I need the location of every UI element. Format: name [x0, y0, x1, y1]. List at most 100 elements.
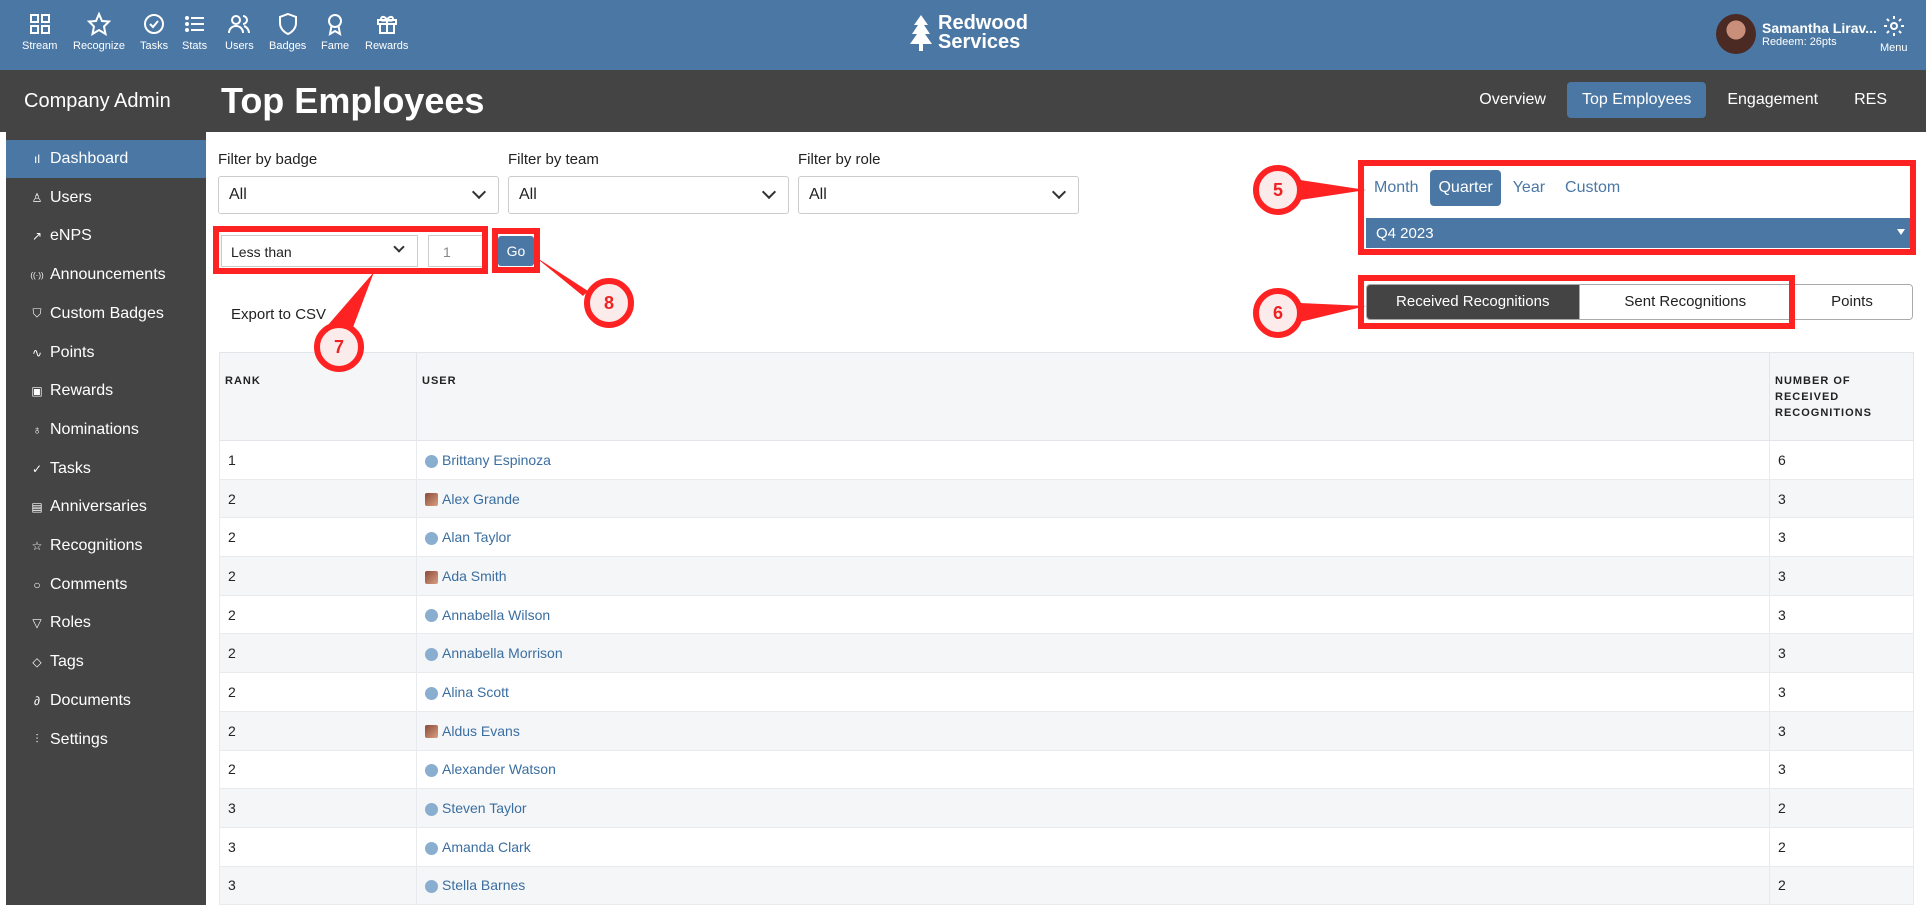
page-title: Top Employees: [221, 80, 485, 121]
user-profile[interactable]: Samantha Lirav... Redeem: 26pts: [1716, 14, 1877, 54]
avatar: [425, 725, 438, 739]
tab-top-employees[interactable]: Top Employees: [1566, 82, 1707, 118]
brand-line-2: Services: [938, 31, 1021, 53]
filter-badge-value: All: [229, 186, 247, 203]
callout-5: 5: [1253, 165, 1303, 215]
sidebar-item-documents[interactable]: ∂ Documents: [6, 682, 206, 720]
sidebar-item-label: Tags: [50, 653, 84, 671]
table-row: 2 Alina Scott 3: [219, 672, 1914, 712]
rank-cell: 2: [219, 710, 417, 751]
list-icon: [184, 16, 204, 32]
nav-label: Tasks: [140, 40, 169, 52]
user-link[interactable]: Annabella Morrison: [442, 645, 563, 661]
gear-icon: [1883, 16, 1904, 36]
sidebar-item-label: Announcements: [50, 266, 166, 284]
column-header-rank[interactable]: RANK: [219, 352, 417, 441]
avatar: [425, 493, 438, 507]
sidebar-item-roles[interactable]: ▽ Roles: [6, 604, 206, 642]
sidebar-item-settings[interactable]: ⫶ Settings: [6, 721, 206, 759]
table-row: 2 Annabella Wilson 3: [219, 594, 1914, 635]
sidebar-item-anniversaries[interactable]: ▤ Anniversaries: [6, 488, 206, 526]
nav-label: Stats: [182, 40, 208, 52]
user-link[interactable]: Ada Smith: [442, 568, 507, 584]
nav-fame[interactable]: Fame: [321, 12, 349, 52]
callout-5-pointer: [1300, 180, 1366, 200]
sidebar-item-nominations[interactable]: ♁ Nominations: [6, 411, 206, 449]
sidebar-item-tasks[interactable]: ✓ Tasks: [6, 450, 206, 488]
filter-icon: ▽: [32, 616, 42, 631]
sidebar-item-label: Users: [50, 188, 92, 206]
user-link[interactable]: Alina Scott: [442, 684, 509, 700]
sidebar-item-label: Documents: [50, 691, 131, 709]
nav-label: Users: [225, 40, 254, 52]
toggle-points[interactable]: Points: [1792, 285, 1912, 319]
count-cell: 3: [1769, 633, 1914, 674]
sidebar-item-custom-badges[interactable]: ⛉ Custom Badges: [6, 295, 206, 333]
menu-label: Menu: [1880, 42, 1908, 54]
user-link[interactable]: Brittany Espinoza: [442, 452, 551, 468]
table-row: 2 Alan Taylor 3: [219, 517, 1914, 558]
user-avatar-icon: [425, 764, 438, 778]
nav-label: Rewards: [365, 40, 409, 52]
count-cell: 3: [1769, 749, 1914, 790]
sidebar-item-enps[interactable]: ↗ eNPS: [6, 217, 206, 255]
nav-users[interactable]: Users: [225, 12, 254, 52]
filter-role-select[interactable]: All: [798, 176, 1079, 214]
sidebar-item-rewards[interactable]: ▣ Rewards: [6, 372, 206, 410]
nav-stats[interactable]: Stats: [182, 12, 207, 52]
rank-cell: 2: [219, 749, 417, 790]
chevron-down-icon: [1051, 184, 1067, 200]
nav-stream[interactable]: Stream: [22, 12, 57, 52]
trend-icon: ↗: [31, 229, 43, 244]
rank-cell: 2: [219, 556, 417, 596]
bar-chart-icon: ıl: [34, 152, 40, 166]
nav-rewards[interactable]: Rewards: [365, 12, 408, 52]
menu-button[interactable]: Menu: [1880, 14, 1908, 54]
sidebar-item-recognitions[interactable]: ☆ Recognitions: [6, 527, 206, 565]
user-link[interactable]: Stella Barnes: [442, 877, 525, 893]
sidebar-item-dashboard[interactable]: ıl Dashboard: [6, 140, 206, 178]
user-link[interactable]: Steven Taylor: [442, 800, 527, 816]
tab-overview[interactable]: Overview: [1464, 82, 1561, 118]
user-link[interactable]: Alexander Watson: [442, 761, 556, 777]
nav-badges[interactable]: Badges: [269, 12, 306, 52]
count-cell: 3: [1769, 556, 1914, 596]
sidebar-item-tags[interactable]: ◇ Tags: [6, 643, 206, 681]
user-link[interactable]: Aldus Evans: [442, 723, 520, 739]
sidebar-item-comments[interactable]: ○ Comments: [6, 566, 206, 604]
column-header-user[interactable]: USER: [416, 352, 1770, 441]
broadcast-icon: ((·)): [30, 270, 44, 280]
column-header-count[interactable]: NUMBER OF RECEIVED RECOGNITIONS: [1769, 352, 1914, 441]
filter-badge-label: Filter by badge: [218, 151, 318, 168]
nav-tasks[interactable]: Tasks: [140, 12, 168, 52]
user-link[interactable]: Alan Taylor: [442, 529, 511, 545]
rank-cell: 3: [219, 826, 417, 867]
tab-engagement[interactable]: Engagement: [1712, 82, 1833, 118]
shield-icon: ⛉: [32, 306, 42, 321]
users-icon: [228, 15, 251, 34]
paperclip-icon: ∂: [34, 693, 40, 708]
user-cell: Aldus Evans: [416, 710, 1770, 751]
tab-res[interactable]: RES: [1839, 82, 1902, 118]
user-cell: Alex Grande: [416, 478, 1770, 519]
export-csv-button[interactable]: Export to CSV: [221, 300, 337, 329]
count-cell: 6: [1769, 440, 1914, 480]
user-link[interactable]: Annabella Wilson: [442, 607, 550, 623]
sidebar-item-label: Comments: [50, 575, 128, 593]
table-row: 3 Amanda Clark 2: [219, 826, 1914, 867]
user-avatar-icon: [425, 454, 438, 468]
brand-logo[interactable]: Redwood Services: [910, 13, 1028, 53]
count-cell: 2: [1769, 788, 1914, 828]
user-cell: Ada Smith: [416, 556, 1770, 596]
sidebar-item-points[interactable]: ∿ Points: [6, 334, 206, 372]
user-cell: Alina Scott: [416, 672, 1770, 712]
sidebar-item-users[interactable]: ♙ Users: [6, 179, 206, 217]
user-link[interactable]: Alex Grande: [442, 491, 520, 507]
filter-badge-select[interactable]: All: [218, 176, 499, 214]
sidebar-item-announcements[interactable]: ((·)) Announcements: [6, 256, 206, 294]
callout-6: 6: [1253, 288, 1303, 338]
nav-label: Recognize: [73, 40, 125, 52]
user-link[interactable]: Amanda Clark: [442, 839, 531, 855]
filter-team-select[interactable]: All: [508, 176, 789, 214]
nav-recognize[interactable]: Recognize: [73, 12, 125, 52]
